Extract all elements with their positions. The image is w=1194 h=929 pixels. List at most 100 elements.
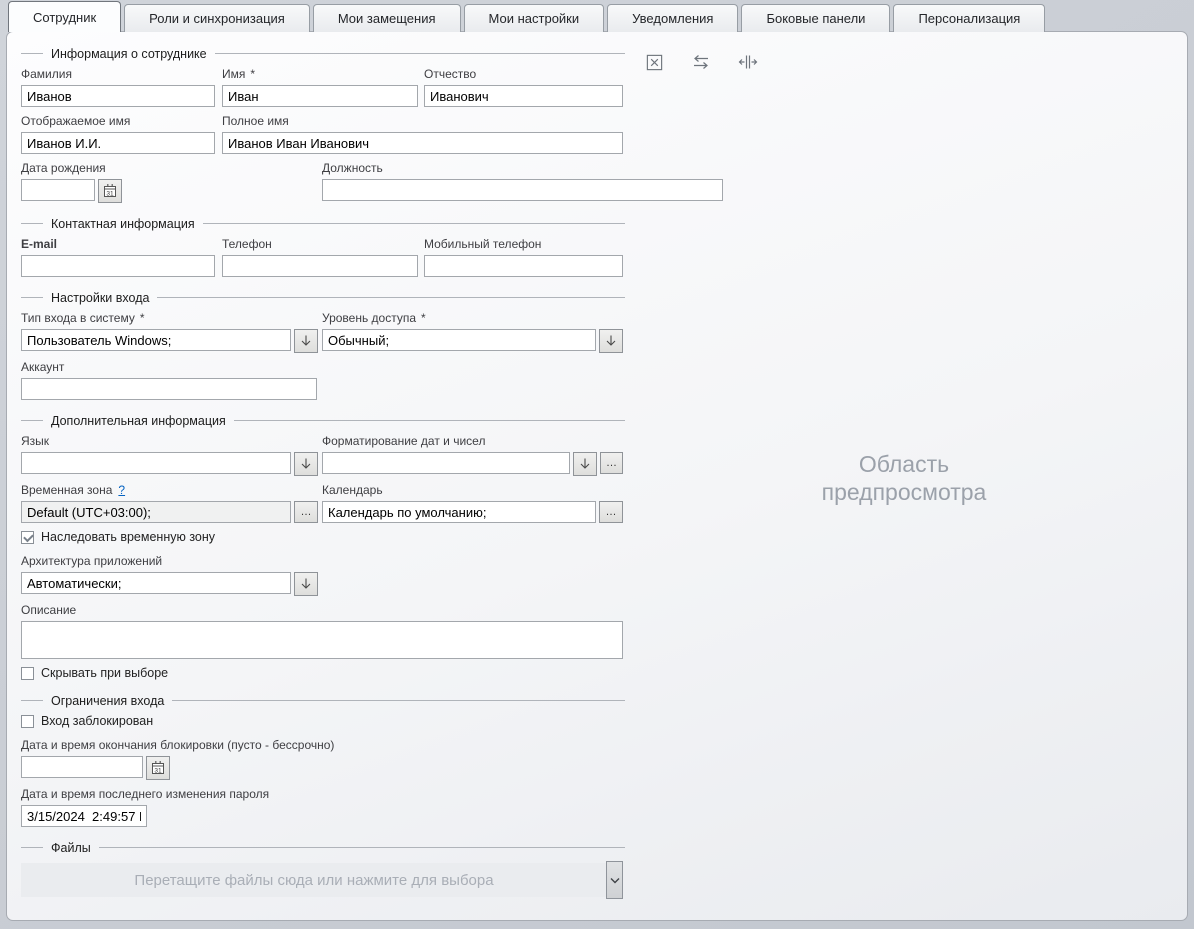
svg-text:31: 31	[106, 191, 114, 198]
date-format-input[interactable]	[322, 452, 570, 474]
date-format-dropdown-button[interactable]	[573, 452, 597, 476]
arrow-down-icon	[299, 577, 313, 591]
last-name-input[interactable]	[21, 85, 215, 107]
login-type-dropdown-button[interactable]	[294, 329, 318, 353]
section-title: Файлы	[51, 841, 91, 855]
email-input[interactable]	[21, 255, 215, 277]
tab-personalization[interactable]: Персонализация	[893, 4, 1045, 32]
time-zone-input[interactable]	[21, 501, 291, 523]
preview-placeholder-text: Область предпросмотра	[794, 450, 1014, 506]
close-preview-button[interactable]	[644, 52, 664, 72]
inherit-time-zone-label: Наследовать временную зону	[41, 530, 215, 544]
login-blocked-checkbox-row[interactable]: Вход заблокирован	[21, 714, 625, 728]
block-end-calendar-button[interactable]: 31	[146, 756, 170, 780]
hide-on-select-checkbox[interactable]	[21, 667, 34, 680]
date-format-label: Форматирование дат и чисел	[322, 434, 623, 448]
tab-my-settings[interactable]: Мои настройки	[464, 4, 605, 32]
birth-date-calendar-button[interactable]: 31	[98, 179, 122, 203]
language-dropdown-button[interactable]	[294, 452, 318, 476]
file-drop-expand-button[interactable]	[606, 861, 623, 899]
account-input[interactable]	[21, 378, 317, 400]
section-additional-info: Дополнительная информация Язык Форматиро…	[21, 413, 625, 680]
arrow-down-icon	[299, 334, 313, 348]
password-changed-input	[21, 805, 147, 827]
full-name-input[interactable]	[222, 132, 623, 154]
time-zone-ellipsis-button[interactable]: …	[294, 501, 318, 523]
account-label: Аккаунт	[21, 360, 317, 374]
language-input[interactable]	[21, 452, 291, 474]
calendar-icon: 31	[102, 183, 118, 199]
required-mark: *	[250, 67, 255, 81]
ellipsis-icon: …	[301, 507, 312, 518]
section-header: Дополнительная информация	[21, 413, 625, 428]
arrow-down-icon	[299, 457, 313, 471]
section-header: Файлы	[21, 840, 625, 855]
tab-roles-sync[interactable]: Роли и синхронизация	[124, 4, 310, 32]
display-name-input[interactable]	[21, 132, 215, 154]
employee-form: Информация о сотруднике Фамилия Имя* Отч…	[21, 46, 625, 899]
arrow-down-icon	[578, 457, 592, 471]
mobile-phone-input[interactable]	[424, 255, 623, 277]
tab-side-panels[interactable]: Боковые панели	[741, 4, 890, 32]
section-header: Контактная информация	[21, 216, 625, 231]
full-name-label: Полное имя	[222, 114, 623, 128]
required-mark: *	[140, 311, 145, 325]
file-drop-hint: Перетащите файлы сюда или нажмите для вы…	[134, 872, 493, 889]
app-architecture-input[interactable]	[21, 572, 291, 594]
middle-name-label: Отчество	[424, 67, 623, 81]
tab-my-substitutions[interactable]: Мои замещения	[313, 4, 461, 32]
birth-date-label: Дата рождения	[21, 161, 215, 175]
time-zone-help-link[interactable]: ?	[118, 483, 125, 497]
hide-on-select-checkbox-row[interactable]: Скрывать при выборе	[21, 666, 625, 680]
split-horizontal-icon	[738, 52, 758, 72]
phone-input[interactable]	[222, 255, 418, 277]
tab-employee[interactable]: Сотрудник	[8, 1, 121, 32]
required-mark: *	[421, 311, 426, 325]
mobile-phone-label: Мобильный телефон	[424, 237, 623, 251]
ellipsis-icon: …	[606, 507, 617, 518]
last-name-label: Фамилия	[21, 67, 215, 81]
block-end-label: Дата и время окончания блокировки (пусто…	[21, 738, 334, 752]
app-architecture-dropdown-button[interactable]	[294, 572, 318, 596]
login-blocked-label: Вход заблокирован	[41, 714, 153, 728]
login-type-label: Тип входа в систему*	[21, 311, 318, 325]
login-blocked-checkbox[interactable]	[21, 715, 34, 728]
description-label: Описание	[21, 603, 623, 617]
section-header: Ограничения входа	[21, 693, 625, 708]
section-contact-info: Контактная информация E-mail Телефон Моб…	[21, 216, 625, 277]
calendar-label: Календарь	[322, 483, 623, 497]
birth-date-input[interactable]	[21, 179, 95, 201]
description-textarea[interactable]	[21, 621, 623, 659]
hide-on-select-label: Скрывать при выборе	[41, 666, 168, 680]
middle-name-input[interactable]	[424, 85, 623, 107]
block-end-input[interactable]	[21, 756, 143, 778]
first-name-label: Имя*	[222, 67, 418, 81]
split-horizontal-button[interactable]	[738, 52, 758, 72]
close-preview-icon	[645, 53, 664, 72]
app-architecture-label: Архитектура приложений	[21, 554, 318, 568]
swap-panels-button[interactable]	[691, 52, 711, 72]
access-level-input[interactable]	[322, 329, 596, 351]
section-files: Файлы Перетащите файлы сюда или нажмите …	[21, 840, 625, 899]
access-level-label: Уровень доступа*	[322, 311, 623, 325]
login-type-input[interactable]	[21, 329, 291, 351]
email-label: E-mail	[21, 237, 215, 251]
preview-toolbar	[623, 32, 1185, 72]
section-title: Настройки входа	[51, 291, 149, 305]
section-title: Ограничения входа	[51, 694, 164, 708]
svg-text:31: 31	[154, 768, 162, 775]
section-employee-info: Информация о сотруднике Фамилия Имя* Отч…	[21, 46, 625, 203]
calendar-icon: 31	[150, 760, 166, 776]
chevron-down-icon	[610, 877, 620, 884]
inherit-time-zone-checkbox-row[interactable]: Наследовать временную зону	[21, 530, 625, 544]
file-drop-zone[interactable]: Перетащите файлы сюда или нажмите для вы…	[21, 863, 607, 897]
inherit-time-zone-checkbox[interactable]	[21, 531, 34, 544]
tab-notifications[interactable]: Уведомления	[607, 4, 738, 32]
date-format-ellipsis-button[interactable]: …	[600, 452, 623, 474]
access-level-dropdown-button[interactable]	[599, 329, 623, 353]
first-name-input[interactable]	[222, 85, 418, 107]
calendar-ellipsis-button[interactable]: …	[599, 501, 623, 523]
calendar-input[interactable]	[322, 501, 596, 523]
section-login-settings: Настройки входа Тип входа в систему* Уро…	[21, 290, 625, 400]
password-changed-label: Дата и время последнего изменения пароля	[21, 787, 147, 801]
